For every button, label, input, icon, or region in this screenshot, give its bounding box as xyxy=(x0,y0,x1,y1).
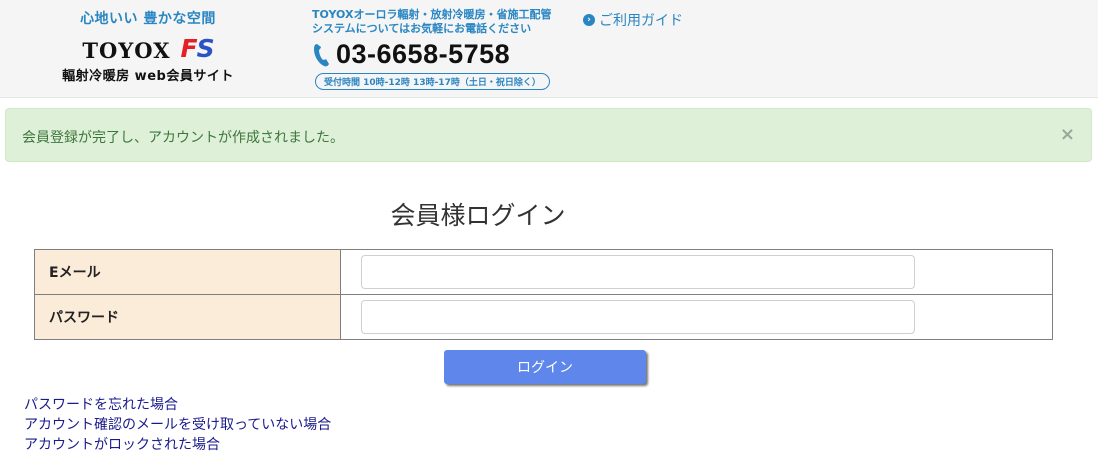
chevron-circle-right-icon: › xyxy=(583,14,595,26)
guide-link-label: ご利用ガイド xyxy=(599,13,683,29)
email-field[interactable] xyxy=(361,255,915,289)
email-label: Eメール xyxy=(34,249,341,295)
account-locked-link[interactable]: アカウントがロックされた場合 xyxy=(24,435,331,455)
success-alert: 会員登録が完了し、アカウントが作成されました。 × xyxy=(5,108,1092,162)
contact-line-2: システムについてはお気軽にお電話ください xyxy=(312,22,532,35)
phone-icon xyxy=(314,43,329,66)
logo-text: TOYOX xyxy=(82,38,171,63)
logo-fs-s: S xyxy=(196,34,215,63)
contact-line-1: TOYOXオーロラ輻射・放射冷暖房・省施工配管 xyxy=(312,8,552,21)
logo-fs-mark: FS xyxy=(180,34,215,63)
contact-block: TOYOXオーロラ輻射・放射冷暖房・省施工配管 システムについてはお気軽にお電話… xyxy=(312,8,552,90)
login-form: Eメール パスワード xyxy=(34,249,1053,340)
email-row: Eメール xyxy=(34,249,1053,295)
phone-number: 03-6658-5758 xyxy=(336,39,511,69)
email-cell xyxy=(340,249,1053,295)
password-row: パスワード xyxy=(34,294,1053,340)
alert-message: 会員登録が完了し、アカウントが作成されました。 xyxy=(22,130,344,146)
password-cell xyxy=(340,294,1053,340)
business-hours: 受付時間 10時-12時 13時-17時（土日・祝日除く） xyxy=(315,73,550,90)
guide-link[interactable]: › ご利用ガイド xyxy=(583,10,683,30)
close-icon[interactable]: × xyxy=(1060,124,1075,145)
login-button[interactable]: ログイン xyxy=(444,350,646,384)
page-title: 会員様ログイン xyxy=(390,201,566,230)
brand-tagline: 心地いい 豊かな空間 xyxy=(80,11,216,27)
password-label: パスワード xyxy=(34,294,341,340)
logo: TOYOX FS xyxy=(48,34,248,63)
brand-block[interactable]: 心地いい 豊かな空間 TOYOX FS 輻射冷暖房 web会員サイト xyxy=(48,8,248,84)
site-header: 心地いい 豊かな空間 TOYOX FS 輻射冷暖房 web会員サイト TOYOX… xyxy=(0,0,1098,98)
logo-fs-f: F xyxy=(180,34,198,63)
forgot-password-link[interactable]: パスワードを忘れた場合 xyxy=(24,395,331,415)
site-subtitle: 輻射冷暖房 web会員サイト xyxy=(62,69,234,84)
help-links: パスワードを忘れた場合 アカウント確認のメールを受け取っていない場合 アカウント… xyxy=(24,395,331,455)
password-field[interactable] xyxy=(361,300,915,334)
phone-row[interactable]: 03-6658-5758 xyxy=(312,39,552,70)
resend-confirmation-link[interactable]: アカウント確認のメールを受け取っていない場合 xyxy=(24,415,331,435)
